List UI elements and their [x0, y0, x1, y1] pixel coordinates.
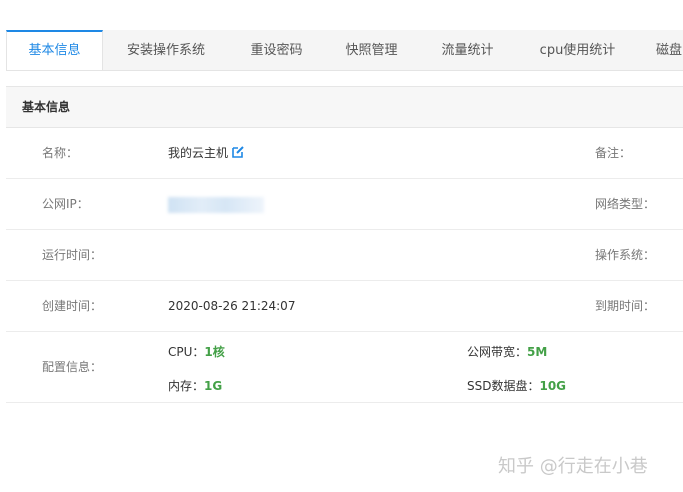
created-time-label: 创建时间：: [42, 299, 103, 313]
name-label: 名称：: [42, 146, 79, 160]
cpu-value: 1核: [204, 345, 225, 359]
basic-info-panel: 基本信息 名称： 我的云主机 备注： 公网IP： 网络类型： 运行时间： 操作系…: [6, 86, 683, 404]
watermark: 知乎 @行走在小巷: [498, 456, 648, 477]
public-ip-label: 公网IP：: [42, 197, 89, 211]
os-label: 操作系统：: [595, 248, 656, 262]
bandwidth-spec: 公网带宽：5M: [467, 343, 547, 360]
tab-traffic-stats[interactable]: 流量统计: [419, 30, 516, 70]
expire-time-label: 到期时间：: [595, 299, 656, 313]
network-type-label: 网络类型：: [595, 197, 656, 211]
row-created-time: 创建时间： 2020-08-26 21:24:07 到期时间：: [6, 281, 683, 332]
row-public-ip: 公网IP： 网络类型：: [6, 179, 683, 230]
tab-reset-password[interactable]: 重设密码: [229, 30, 324, 70]
bandwidth-value: 5M: [527, 345, 548, 359]
disk-spec: SSD数据盘：10G: [467, 377, 566, 394]
public-ip-redacted: [168, 197, 264, 213]
bandwidth-label: 公网带宽：: [467, 345, 528, 359]
disk-value: 10G: [539, 379, 567, 393]
name-value-group: 我的云主机: [168, 128, 245, 178]
tab-cpu-stats[interactable]: cpu使用统计: [516, 30, 639, 70]
tab-basic-info[interactable]: 基本信息: [6, 30, 103, 70]
edit-icon[interactable]: [231, 145, 245, 159]
row-name: 名称： 我的云主机 备注：: [6, 128, 683, 179]
runtime-label: 运行时间：: [42, 248, 103, 262]
tab-disk[interactable]: 磁盘: [639, 30, 683, 70]
remark-label: 备注：: [595, 146, 632, 160]
tab-install-os[interactable]: 安装操作系统: [103, 30, 229, 70]
cpu-label: CPU：: [168, 345, 205, 359]
row-runtime: 运行时间： 操作系统：: [6, 230, 683, 281]
memory-label: 内存：: [168, 379, 205, 393]
config-label: 配置信息：: [42, 360, 103, 374]
cpu-spec: CPU：1核: [168, 343, 225, 360]
memory-spec: 内存：1G: [168, 377, 222, 394]
row-config: 配置信息： CPU：1核 公网带宽：5M 内存：1G SSD数据盘：10G: [6, 332, 683, 403]
tab-bar: 基本信息 安装操作系统 重设密码 快照管理 流量统计 cpu使用统计 磁盘: [6, 30, 683, 71]
tab-snapshot-management[interactable]: 快照管理: [324, 30, 419, 70]
name-value: 我的云主机: [168, 146, 229, 160]
disk-label: SSD数据盘：: [467, 379, 540, 393]
memory-value: 1G: [204, 379, 223, 393]
created-time-value: 2020-08-26 21:24:07: [168, 299, 296, 313]
section-title: 基本信息: [6, 87, 683, 128]
